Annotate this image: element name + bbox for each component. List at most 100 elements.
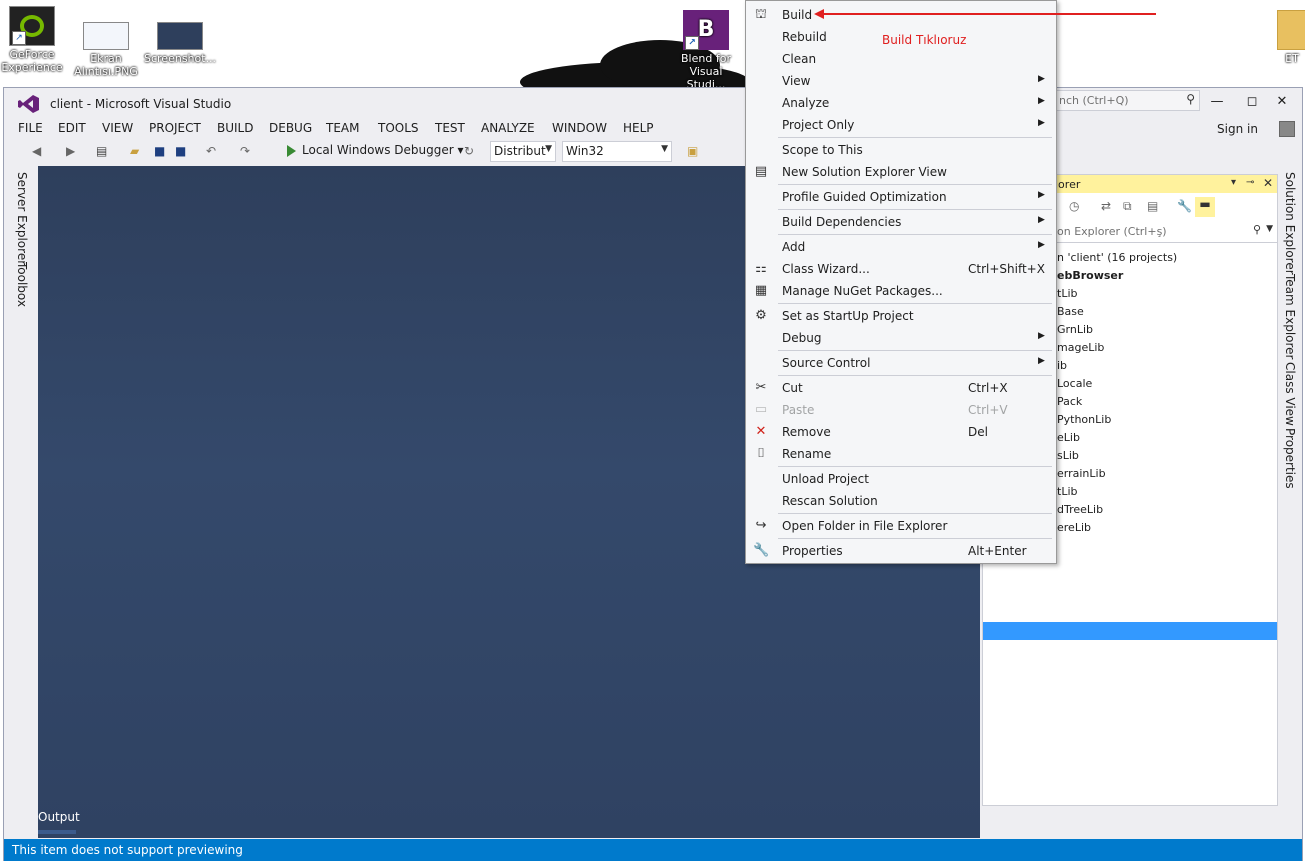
tree-node-project[interactable]: sLib <box>1057 449 1079 462</box>
menu-test[interactable]: TEST <box>435 121 465 135</box>
tree-node-project[interactable]: ib <box>1057 359 1067 372</box>
tree-node-project-selected[interactable]: Interface <box>1057 539 1106 552</box>
selected-row-highlight <box>983 622 1277 640</box>
menu-separator <box>778 184 1052 185</box>
close-icon[interactable]: ✕ <box>1263 176 1273 190</box>
redo-icon[interactable]: ↷ <box>240 144 250 158</box>
maximize-button[interactable]: ◻ <box>1242 94 1262 109</box>
collapse-all-icon[interactable]: ⧉ <box>1123 199 1132 214</box>
tree-node-project[interactable]: PythonLib <box>1057 413 1111 426</box>
sync-icon[interactable]: ⇄ <box>1101 199 1111 213</box>
configuration-select[interactable]: Distribut ▼ <box>490 141 556 162</box>
preview-toggle-icon[interactable]: ▬ <box>1195 197 1215 217</box>
pin-icon[interactable]: ⊸ <box>1246 177 1254 188</box>
menu-item-debug[interactable]: Debug ▶ <box>746 327 1056 349</box>
menu-item-cut[interactable]: ✂ Cut Ctrl+X <box>746 377 1056 399</box>
tree-node-project[interactable]: GrnLib <box>1057 323 1093 336</box>
menu-analyze[interactable]: ANALYZE <box>481 121 535 135</box>
menu-item-new-solution-explorer-view[interactable]: ▤ New Solution Explorer View <box>746 161 1056 183</box>
menu-item-clean[interactable]: Clean <box>746 48 1056 70</box>
tab-output[interactable]: Output <box>38 810 80 824</box>
save-all-icon[interactable]: ■ <box>175 144 186 158</box>
menu-item-unload-project[interactable]: Unload Project <box>746 468 1056 490</box>
menu-item-scope-to-this[interactable]: Scope to This <box>746 139 1056 161</box>
menu-item-class-wizard[interactable]: ⚏ Class Wizard... Ctrl+Shift+X <box>746 258 1056 280</box>
avatar[interactable] <box>1279 121 1295 137</box>
menu-item-profile-guided-optimization[interactable]: Profile Guided Optimization ▶ <box>746 186 1056 208</box>
menu-item-build-dependencies[interactable]: Build Dependencies ▶ <box>746 211 1056 233</box>
tree-node-solution[interactable]: n 'client' (16 projects) <box>1057 251 1177 264</box>
tree-node-project[interactable]: tLib <box>1057 287 1077 300</box>
wrench-icon[interactable]: 🔧 <box>1177 199 1192 213</box>
menu-tools[interactable]: TOOLS <box>378 121 419 135</box>
new-project-icon[interactable]: ▤ <box>96 144 107 158</box>
menu-item-rename[interactable]: ⌷ Rename <box>746 443 1056 465</box>
tree-node-project[interactable]: dTreeLib <box>1057 503 1103 516</box>
menu-separator <box>778 303 1052 304</box>
menu-item-remove[interactable]: ✕ Remove Del <box>746 421 1056 443</box>
minimize-button[interactable]: — <box>1207 94 1227 109</box>
quick-launch-input[interactable]: nch (Ctrl+Q) ⚲ <box>1044 90 1200 111</box>
tree-node-project[interactable]: Locale <box>1057 377 1092 390</box>
undo-icon[interactable]: ↶ <box>206 144 216 158</box>
tab-toolbox[interactable]: Toolbox <box>15 262 29 307</box>
desktop-icon-folder[interactable]: ET <box>1262 10 1305 65</box>
play-icon[interactable] <box>287 145 296 157</box>
tree-node-project[interactable]: errainLib <box>1057 467 1106 480</box>
menu-item-paste[interactable]: ▭ Paste Ctrl+V <box>746 399 1056 421</box>
tree-node-project[interactable]: Base <box>1057 305 1084 318</box>
back-icon[interactable]: ◀ <box>32 144 41 158</box>
refresh-icon[interactable]: ↻ <box>464 144 474 158</box>
tree-node-project[interactable]: Pack <box>1057 395 1082 408</box>
close-button[interactable]: ✕ <box>1272 94 1292 109</box>
show-all-files-icon[interactable]: ▤ <box>1147 199 1158 213</box>
menu-item-rescan-solution[interactable]: Rescan Solution <box>746 490 1056 512</box>
find-in-files-icon[interactable]: ▣ <box>687 144 698 158</box>
menu-view[interactable]: VIEW <box>102 121 133 135</box>
menu-item-set-startup-project[interactable]: ⚙ Set as StartUp Project <box>746 305 1056 327</box>
menu-file[interactable]: FILE <box>18 121 43 135</box>
menu-item-analyze[interactable]: Analyze ▶ <box>746 92 1056 114</box>
tree-node-project[interactable]: ereLib <box>1057 521 1091 534</box>
menu-item-view[interactable]: View ▶ <box>746 70 1056 92</box>
menu-separator <box>778 538 1052 539</box>
start-debugger-button[interactable]: Local Windows Debugger ▾ <box>302 143 464 157</box>
menu-item-manage-nuget[interactable]: ▦ Manage NuGet Packages... <box>746 280 1056 302</box>
desktop-icon-ekran[interactable]: Ekran Alıntısı.PNG <box>70 22 142 78</box>
menu-build[interactable]: BUILD <box>217 121 253 135</box>
menu-help[interactable]: HELP <box>623 121 654 135</box>
tab-properties[interactable]: Properties <box>1283 428 1297 489</box>
menu-item-properties[interactable]: 🔧 Properties Alt+Enter <box>746 540 1056 562</box>
tab-server-explorer[interactable]: Server Explorer <box>15 172 29 265</box>
tree-node-project[interactable]: mageLib <box>1057 341 1104 354</box>
menu-item-add[interactable]: Add ▶ <box>746 236 1056 258</box>
sign-in-link[interactable]: Sign in <box>1217 122 1258 136</box>
desktop-icon-blend[interactable]: B ↗ Blend for Visual Studi... <box>670 10 742 90</box>
save-icon[interactable]: ■ <box>154 144 165 158</box>
desktop-icon-screenshot[interactable]: Screenshot... <box>144 22 216 65</box>
menu-debug[interactable]: DEBUG <box>269 121 312 135</box>
menu-item-source-control[interactable]: Source Control ▶ <box>746 352 1056 374</box>
tab-solution-explorer[interactable]: Solution Explorer <box>1283 172 1297 275</box>
open-file-icon[interactable]: ▰ <box>130 144 139 158</box>
menu-project[interactable]: PROJECT <box>149 121 201 135</box>
menu-window[interactable]: WINDOW <box>552 121 607 135</box>
menu-item-build[interactable]: ⛫ Build <box>746 4 1056 26</box>
desktop-icon-geforce[interactable]: ↗ GeForce Experience <box>0 6 68 74</box>
window-position-icon[interactable]: ▾ <box>1231 177 1236 188</box>
image-file-icon <box>83 22 129 50</box>
tree-node-project[interactable]: eLib <box>1057 431 1080 444</box>
history-icon[interactable]: ◷ <box>1069 199 1079 213</box>
tree-node-project[interactable]: tLib <box>1057 485 1077 498</box>
shortcut-arrow-icon: ↗ <box>685 36 699 50</box>
menu-edit[interactable]: EDIT <box>58 121 86 135</box>
forward-icon[interactable]: ▶ <box>66 144 75 158</box>
tree-node-project[interactable]: ebBrowser <box>1057 269 1123 282</box>
platform-select[interactable]: Win32 ▼ <box>562 141 672 162</box>
tab-class-view[interactable]: Class View <box>1283 362 1297 426</box>
menu-team[interactable]: TEAM <box>326 121 359 135</box>
menu-item-open-folder[interactable]: ↪ Open Folder in File Explorer <box>746 515 1056 537</box>
menu-item-project-only[interactable]: Project Only ▶ <box>746 114 1056 136</box>
tab-team-explorer[interactable]: Team Explorer <box>1283 274 1297 360</box>
visual-studio-window: client - Microsoft Visual Studio nch (Ct… <box>3 87 1303 861</box>
